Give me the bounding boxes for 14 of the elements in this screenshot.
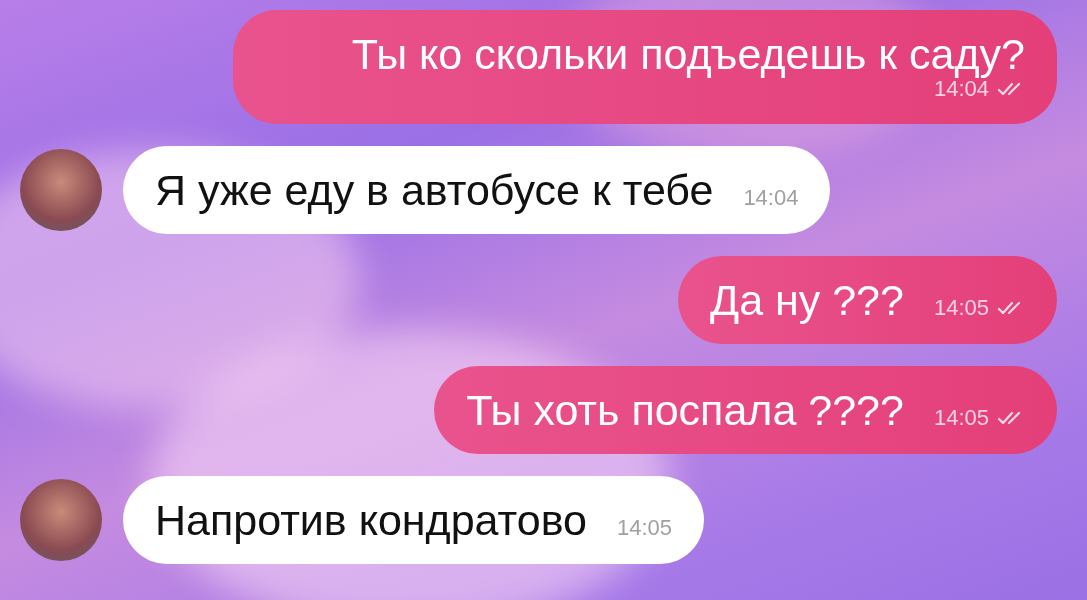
message-bubble[interactable]: Ты ко скольки подъедешь к саду? 14:04 [233,10,1057,124]
message-bubble[interactable]: Ты хоть поспала ???? 14:05 [434,366,1057,454]
message-text: Да ну ??? [710,278,904,322]
message-time: 14:04 [743,185,799,211]
message-time: 14:05 [617,515,673,541]
message-time: 14:05 [933,295,989,321]
message-text: Я уже еду в автобусе к тебе [155,168,714,212]
message-bubble[interactable]: Напротив кондратово 14:05 [123,476,705,564]
message-text: Напротив кондратово [155,498,587,542]
message-bubble[interactable]: Я уже еду в автобусе к тебе 14:04 [123,146,831,234]
message-text: Ты хоть поспала ???? [466,388,904,432]
message-time: 14:05 [933,405,989,431]
message-bubble[interactable]: Да ну ??? 14:05 [678,256,1057,344]
message-text: Ты ко скольки подъедешь к саду? [351,32,1025,76]
